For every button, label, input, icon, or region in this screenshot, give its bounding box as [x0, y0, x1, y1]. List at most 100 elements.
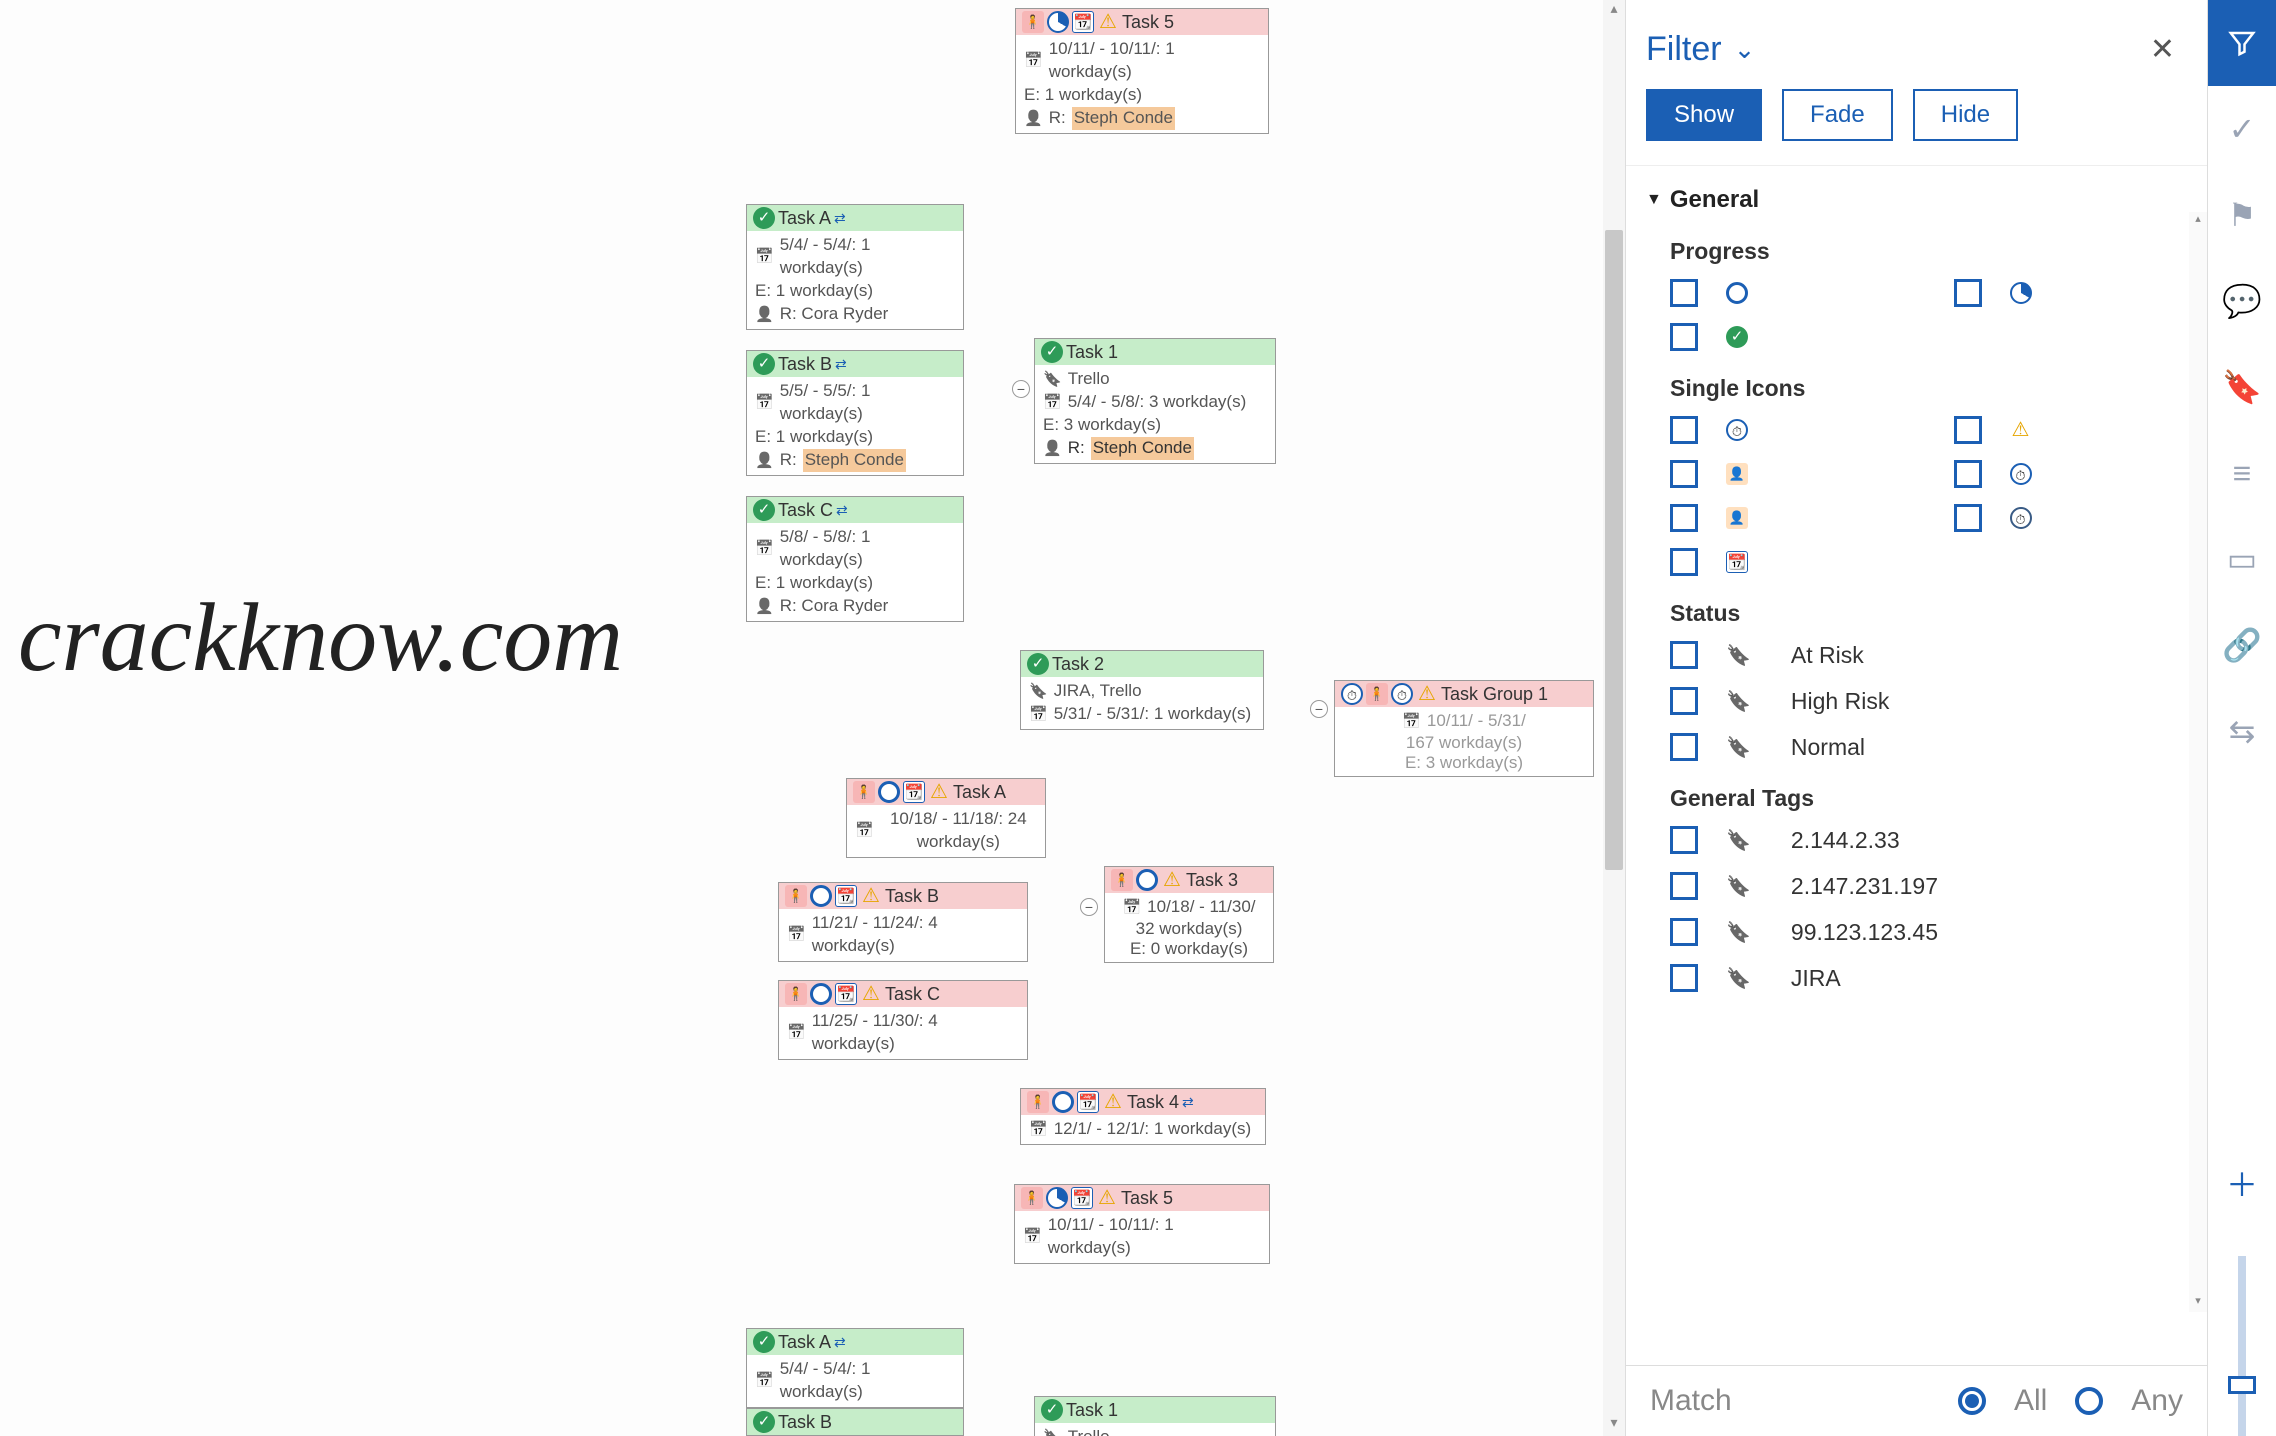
node-task-5b[interactable]: Task 5 10/11/ - 10/11/: 1 workday(s) — [1014, 1184, 1270, 1264]
checkbox[interactable] — [1670, 733, 1698, 761]
collapse-toggle[interactable]: − — [1080, 898, 1098, 916]
settings-tool-button[interactable]: ⇆ — [2208, 688, 2276, 774]
checkbox[interactable] — [1670, 416, 1698, 444]
scroll-up-button[interactable]: ▴ — [1603, 0, 1625, 22]
zoom-handle[interactable] — [2228, 1376, 2256, 1394]
chevron-down-icon[interactable]: ⌄ — [1734, 34, 1756, 65]
check-icon — [1041, 341, 1063, 363]
date-icon — [755, 245, 774, 268]
zoom-slider[interactable] — [2238, 1256, 2246, 1436]
tag-icon — [1726, 735, 1763, 760]
link-icon: ⇄ — [834, 1334, 850, 1350]
node-task-5[interactable]: Task 5 10/11/ - 10/11/: 1 workday(s) E: … — [1015, 8, 1269, 134]
collapse-toggle[interactable]: − — [1012, 380, 1030, 398]
date-icon — [855, 819, 874, 842]
checkbox[interactable] — [1670, 687, 1698, 715]
filter-body[interactable]: ▼General Progress Single Icons Status At… — [1626, 165, 2207, 1365]
node-task-1b[interactable]: Task 1 Trello — [1034, 1396, 1276, 1436]
progress-circle-icon — [1136, 869, 1158, 891]
checkbox[interactable] — [1670, 918, 1698, 946]
check-tool-button[interactable]: ✓ — [2208, 86, 2276, 172]
checkbox[interactable] — [1954, 416, 1982, 444]
radio-all[interactable] — [1958, 1387, 1986, 1415]
scroll-thumb[interactable] — [1605, 230, 1623, 870]
date-icon — [787, 1021, 806, 1044]
clock-up-icon — [1726, 419, 1748, 441]
collapse-toggle[interactable]: − — [1310, 700, 1328, 718]
scroll-down-button[interactable]: ▾ — [1603, 1414, 1625, 1436]
note-tool-button[interactable]: ▭ — [2208, 516, 2276, 602]
checkbox[interactable] — [1670, 826, 1698, 854]
list-tool-button[interactable]: ≡ — [2208, 430, 2276, 516]
node-red-task-c[interactable]: Task C 11/25/ - 11/30/: 4 workday(s) — [778, 980, 1028, 1060]
checkbox[interactable] — [1954, 460, 1982, 488]
resource-warn-icon — [1726, 507, 1748, 529]
link-icon: ⇄ — [834, 210, 850, 226]
node-task-1[interactable]: Task 1 Trello 5/4/ - 5/8/: 3 workday(s) … — [1034, 338, 1276, 464]
scroll-up-button[interactable]: ▴ — [2189, 212, 2207, 230]
close-icon[interactable]: ✕ — [2150, 32, 2175, 67]
mindmap-canvas[interactable]: crackknow.com Task 5 10/11/ - 10/11/: 1 … — [0, 0, 1625, 1436]
filter-scrollbar[interactable]: ▴ ▾ — [2189, 212, 2207, 1312]
calendar-icon — [1072, 11, 1094, 33]
check-icon — [1027, 653, 1049, 675]
warning-icon — [860, 885, 882, 907]
check-icon — [753, 1411, 775, 1433]
clock-gray-icon — [2010, 507, 2032, 529]
checkbox[interactable] — [1670, 323, 1698, 351]
checkbox[interactable] — [1670, 641, 1698, 669]
add-tool-button[interactable]: ＋ — [2208, 1140, 2276, 1226]
checkbox[interactable] — [1670, 872, 1698, 900]
clock-icon — [1391, 683, 1413, 705]
checkbox[interactable] — [1670, 460, 1698, 488]
person-icon — [1043, 437, 1062, 460]
canvas-scrollbar[interactable]: ▴ ▾ — [1603, 0, 1625, 1436]
checkbox[interactable] — [1954, 279, 1982, 307]
node-task-c[interactable]: Task C⇄ 5/8/ - 5/8/: 1 workday(s) E: 1 w… — [746, 496, 964, 622]
node-task-3[interactable]: Task 3 10/18/ - 11/30/ 32 workday(s) E: … — [1104, 866, 1274, 963]
warning-icon — [928, 781, 950, 803]
link-tool-button[interactable]: 🔗 — [2208, 602, 2276, 688]
check-icon — [753, 353, 775, 375]
mode-hide-button[interactable]: Hide — [1913, 89, 2018, 141]
node-red-task-b[interactable]: Task B 11/21/ - 11/24/: 4 workday(s) — [778, 882, 1028, 962]
chat-tool-button[interactable]: 💬 — [2208, 258, 2276, 344]
node-task-4[interactable]: Task 4⇄ 12/1/ - 12/1/: 1 workday(s) — [1020, 1088, 1266, 1145]
checkbox[interactable] — [1670, 279, 1698, 307]
tag-tool-button[interactable]: 🔖 — [2208, 344, 2276, 430]
tag-icon — [1726, 966, 1763, 991]
person-icon — [755, 449, 774, 472]
progress-pie-icon — [1047, 11, 1069, 33]
node-task-b[interactable]: Task B⇄ 5/5/ - 5/5/: 1 workday(s) E: 1 w… — [746, 350, 964, 476]
progress-circle-icon — [1052, 1091, 1074, 1113]
filter-tool-button[interactable] — [2208, 0, 2276, 86]
mode-fade-button[interactable]: Fade — [1782, 89, 1893, 141]
checkbox[interactable] — [1954, 504, 1982, 532]
check-icon — [753, 499, 775, 521]
checkbox[interactable] — [1670, 504, 1698, 532]
date-icon — [755, 537, 774, 560]
mode-show-button[interactable]: Show — [1646, 89, 1762, 141]
checkbox[interactable] — [1670, 548, 1698, 576]
date-icon — [755, 1369, 774, 1392]
flag-tool-button[interactable]: ⚑ — [2208, 172, 2276, 258]
resource-icon — [785, 983, 807, 1005]
node-task-b2[interactable]: Task B — [746, 1408, 964, 1436]
section-general[interactable]: ▼General — [1646, 186, 2187, 214]
node-title: Task 5 — [1122, 12, 1174, 33]
progress-pie-icon — [1046, 1187, 1068, 1209]
warning-icon — [1161, 869, 1183, 891]
resource-icon — [1111, 869, 1133, 891]
tag-icon — [1726, 828, 1763, 853]
node-red-task-a[interactable]: Task A 10/18/ - 11/18/: 24 workday(s) — [846, 778, 1046, 858]
node-task-a2[interactable]: Task A⇄ 5/4/ - 5/4/: 1 workday(s) — [746, 1328, 964, 1408]
node-task-group-1[interactable]: Task Group 1 10/11/ - 5/31/ 167 workday(… — [1334, 680, 1594, 777]
clock-icon — [2010, 463, 2032, 485]
node-task-2[interactable]: Task 2 JIRA, Trello 5/31/ - 5/31/: 1 wor… — [1020, 650, 1264, 730]
tag-icon — [1043, 1426, 1062, 1436]
checkbox[interactable] — [1670, 964, 1698, 992]
calendar-icon — [1071, 1187, 1093, 1209]
radio-any[interactable] — [2075, 1387, 2103, 1415]
scroll-down-button[interactable]: ▾ — [2189, 1294, 2207, 1312]
node-task-a[interactable]: Task A⇄ 5/4/ - 5/4/: 1 workday(s) E: 1 w… — [746, 204, 964, 330]
